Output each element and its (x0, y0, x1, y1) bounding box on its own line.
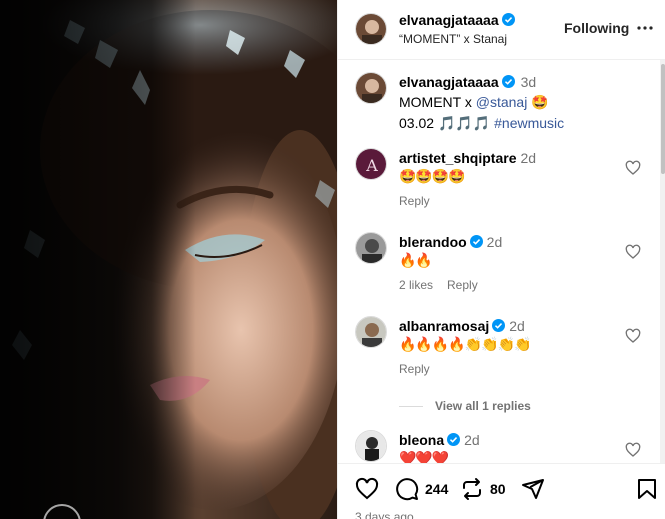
more-icon[interactable] (635, 18, 655, 38)
comment-count[interactable]: 244 (425, 481, 448, 497)
comment-username-text[interactable]: bleona (399, 432, 444, 448)
caption-line-2: 03.02 🎵🎵🎵 #newmusic (399, 115, 564, 132)
comment-text: 🤩🤩🤩🤩 (399, 168, 466, 184)
comment-username[interactable]: blerandoo 2d (399, 234, 502, 250)
comment-likes[interactable]: 2 likes (399, 278, 433, 292)
author-username[interactable]: elvanagjataaaa (399, 12, 515, 28)
author-username-text[interactable]: elvanagjataaaa (399, 12, 499, 28)
comment-time[interactable]: 2d (509, 318, 525, 334)
scrollbar-thumb[interactable] (661, 64, 665, 174)
caption-text-prefix: MOMENT x (399, 94, 476, 110)
comment-actions: Reply (399, 362, 444, 376)
bookmark-icon[interactable] (635, 477, 659, 501)
verified-icon (501, 13, 515, 26)
comment-item: A artistet_shqiptare 2d 🤩🤩🤩🤩 Reply (338, 148, 658, 228)
comment-username-text[interactable]: artistet_shqiptare (399, 150, 516, 166)
heart-icon[interactable] (355, 477, 379, 501)
comment-username[interactable]: bleona 2d (399, 432, 480, 448)
caption-username-text[interactable]: elvanagjataaaa (399, 74, 499, 90)
comment-time[interactable]: 2d (487, 234, 503, 250)
comment-avatar[interactable] (355, 316, 387, 348)
comment-actions: 2 likes Reply (399, 278, 492, 292)
comment-username[interactable]: artistet_shqiptare 2d (399, 150, 536, 166)
avatar-letter: A (365, 156, 378, 175)
comment-item: bleona 2d ❤️❤️❤️ (338, 430, 658, 463)
repost-icon[interactable] (460, 477, 484, 501)
repost-count[interactable]: 80 (490, 481, 506, 497)
caption-mention[interactable]: @stanaj (476, 94, 528, 110)
comment-text: 🔥🔥🔥🔥👏👏👏👏 (399, 336, 531, 352)
caption-notes: 🎵🎵🎵 (437, 115, 491, 131)
view-replies-label[interactable]: View all 1 replies (435, 399, 531, 413)
comments-list[interactable]: elvanagjataaaa 3d MOMENT x @stanaj 🤩 03.0… (338, 60, 662, 463)
caption-time[interactable]: 3d (521, 74, 537, 90)
comment-actions: Reply (399, 194, 444, 208)
heart-icon[interactable] (625, 160, 641, 176)
verified-icon (492, 319, 506, 332)
comment-time[interactable]: 2d (520, 150, 536, 166)
verified-icon (501, 75, 515, 88)
reply-button[interactable]: Reply (447, 278, 478, 292)
comment-item: albanramosaj 2d 🔥🔥🔥🔥👏👏👏👏 Reply (338, 316, 658, 396)
reply-button[interactable]: Reply (399, 362, 430, 376)
post-media[interactable] (0, 0, 337, 519)
caption-text: MOMENT x @stanaj 🤩 (399, 94, 549, 111)
share-icon[interactable] (521, 477, 545, 501)
comment-icon[interactable] (395, 477, 419, 501)
post-date[interactable]: 3 days ago (355, 510, 414, 519)
caption-username[interactable]: elvanagjataaaa 3d (399, 74, 536, 90)
heart-icon[interactable] (625, 328, 641, 344)
post-photo (0, 0, 337, 519)
comment-text: 🔥🔥 (399, 252, 433, 268)
comment-time[interactable]: 2d (464, 432, 480, 448)
author-avatar[interactable] (355, 13, 387, 45)
caption-emoji: 🤩 (531, 94, 549, 110)
caption-hashtag[interactable]: #newmusic (494, 115, 564, 131)
caption-date: 03.02 (399, 115, 438, 131)
view-replies-button[interactable]: View all 1 replies (399, 399, 531, 413)
comment-username-text[interactable]: blerandoo (399, 234, 467, 250)
comment-text: ❤️❤️❤️ (399, 450, 449, 463)
reply-button[interactable]: Reply (399, 194, 430, 208)
following-button[interactable]: Following (564, 20, 629, 36)
post-actions-bar: 244 80 3 days ago (338, 463, 665, 519)
audio-subtitle[interactable]: “MOMENT” x Stanaj (399, 32, 507, 46)
heart-icon[interactable] (625, 244, 641, 260)
comment-username-text[interactable]: albanramosaj (399, 318, 489, 334)
comment-avatar[interactable]: A (355, 148, 387, 180)
comment-avatar[interactable] (355, 430, 387, 462)
comment-avatar[interactable] (355, 232, 387, 264)
post-header: elvanagjataaaa “MOMENT” x Stanaj Followi… (338, 0, 665, 60)
heart-icon[interactable] (625, 442, 641, 458)
verified-icon (447, 433, 461, 446)
verified-icon (469, 235, 483, 248)
post-detail-panel: elvanagjataaaa “MOMENT” x Stanaj Followi… (337, 0, 665, 519)
comment-username[interactable]: albanramosaj 2d (399, 318, 525, 334)
caption-avatar[interactable] (355, 72, 387, 104)
comment-item: blerandoo 2d 🔥🔥 2 likes Reply (338, 232, 658, 312)
reply-divider (399, 406, 423, 408)
